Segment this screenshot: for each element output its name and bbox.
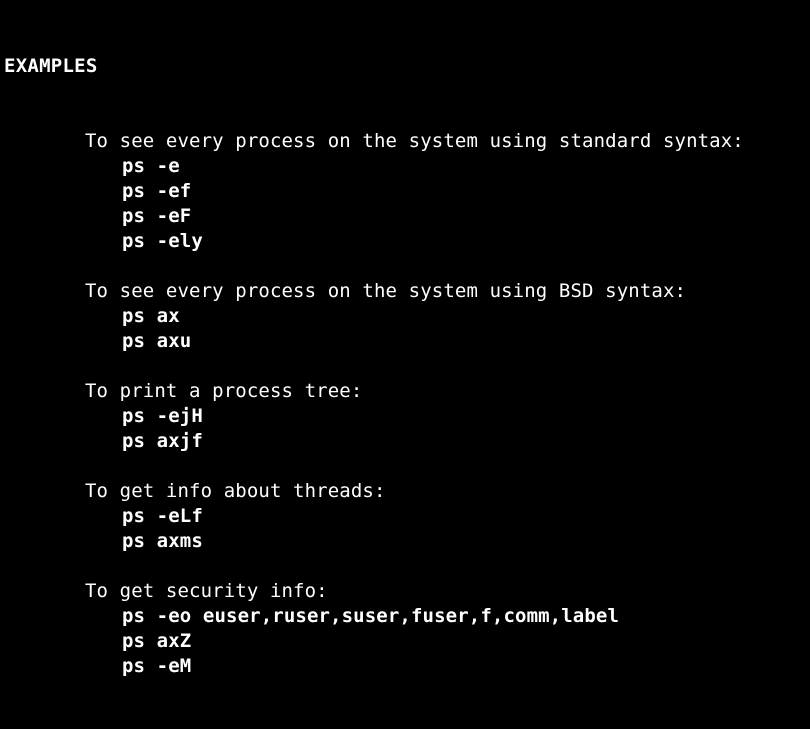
section-heading-examples: EXAMPLES [4,55,98,77]
example-command-line: ps -eLf [122,505,203,527]
example-description: To get info about threads: [85,480,386,502]
example-command-line: ps -ejH [122,405,203,427]
example-command-line: ps axZ [122,630,192,652]
example-command-line: ps -ef [122,180,192,202]
example-block: To print a process tree: ps -ejH ps axjf [0,379,810,454]
terminal-screen[interactable]: EXAMPLES To see every process on the sys… [0,0,810,677]
example-command-line: ps -ely [122,230,203,252]
example-block: To get info about threads: ps -eLf ps axms [0,479,810,554]
examples-block-list: To see every process on the system using… [0,129,810,679]
example-command-line: ps axu [122,330,192,352]
example-command-line: ps -eM [122,655,192,677]
example-block: To see every process on the system using… [0,129,810,254]
example-command-line: ps ax [122,305,180,327]
example-block: To get security info: ps -eo euser,ruser,… [0,579,810,679]
example-description: To see every process on the system using… [85,130,744,152]
example-command-line: ps axjf [122,430,203,452]
example-block: To see every process on the system using… [0,279,810,354]
manpage-content: EXAMPLES To see every process on the sys… [0,4,810,729]
example-description: To see every process on the system using… [85,280,687,302]
example-command-line: ps axms [122,530,203,552]
example-command-line: ps -eF [122,205,192,227]
example-description: To print a process tree: [85,380,363,402]
example-command-line: ps -eo euser,ruser,suser,fuser,f,comm,la… [122,605,620,627]
example-command-line: ps -e [122,155,180,177]
